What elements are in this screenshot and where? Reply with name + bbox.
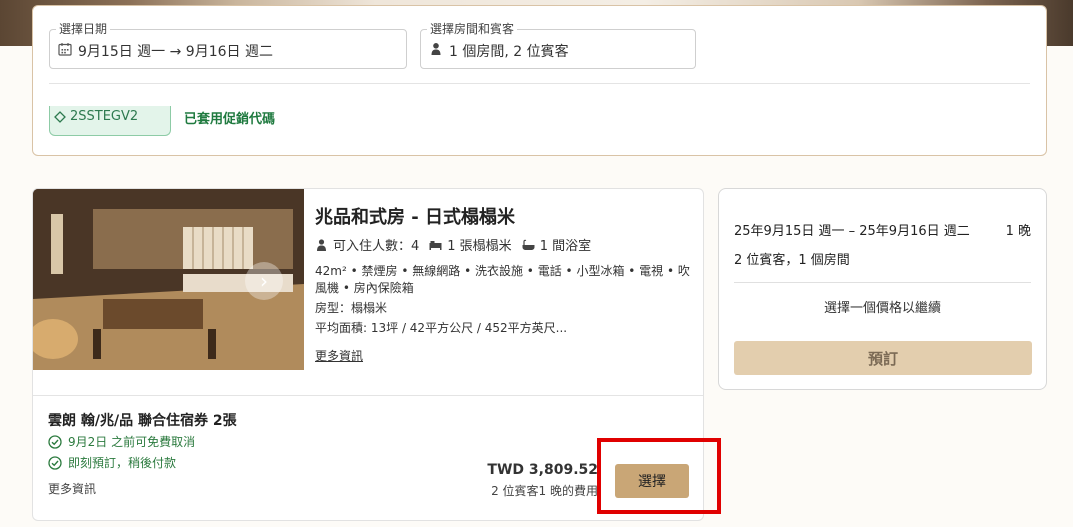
check-circle-icon <box>48 434 62 449</box>
rooms-guests-field[interactable]: 選擇房間和賓客 1 個房間, 2 位賓客 <box>420 22 696 69</box>
amenity-item: 無線網路 <box>412 264 475 278</box>
date-field-value: 9月15日 週一 → 9月16日 週二 <box>78 44 273 60</box>
summary-nights: 1 晚 <box>1005 224 1031 239</box>
tag-icon <box>54 111 66 123</box>
spec-bed: 1 張榻榻米 <box>429 235 512 254</box>
promo-code-text: 2SSTEGV2 <box>70 109 139 124</box>
highlight-annotation <box>597 438 721 514</box>
amenity-item: 禁煙房 <box>362 264 413 278</box>
room-photo[interactable]: › <box>33 189 304 370</box>
date-picker-field[interactable]: 選擇日期 9月15日 週一 → 9月16日 週二 <box>49 22 407 69</box>
amenity-item: 電視 <box>639 264 678 278</box>
rooms-guests-value: 1 個房間, 2 位賓客 <box>449 44 569 60</box>
bathtub-icon <box>522 239 535 250</box>
amenity-item: 洗衣設施 <box>475 264 538 278</box>
rooms-guests-label: 選擇房間和賓客 <box>427 22 518 36</box>
summary-divider <box>734 282 1031 283</box>
date-field-label: 選擇日期 <box>56 22 111 36</box>
spec-occupancy-text: 可入住人數：4 <box>333 239 420 254</box>
bed-icon <box>429 240 442 250</box>
chevron-right-icon: › <box>260 269 268 293</box>
spec-bathroom-text: 1 間浴室 <box>539 239 592 254</box>
summary-dates: 25年9月15日 週一 – 25年9月16日 週二 <box>734 224 970 239</box>
promo-code-chip[interactable]: 2SSTEGV2 <box>49 106 171 136</box>
calendar-icon <box>58 43 72 56</box>
rate-more-info-link[interactable]: 更多資訊 <box>48 480 96 497</box>
search-panel: 選擇日期 9月15日 週一 → 9月16日 週二 選擇房間和賓客 1 個房間, … <box>32 5 1047 156</box>
amenity-item: 電話 <box>538 264 577 278</box>
spec-bed-text: 1 張榻榻米 <box>447 239 512 254</box>
rate-price: TWD 3,809.52 <box>487 462 598 478</box>
room-more-info-link[interactable]: 更多資訊 <box>315 347 363 364</box>
room-specs: 可入住人數：4 1 張榻榻米 1 間浴室 <box>315 235 591 254</box>
person-icon <box>317 238 326 251</box>
search-divider <box>49 83 1030 84</box>
rate-divider <box>33 395 703 396</box>
room-area: 平均面積: 13坪 / 42平方公尺 / 452平方英尺... <box>315 321 568 335</box>
rate-feature-text: 9月2日 之前可免費取消 <box>68 435 196 449</box>
rate-feature-cancellation: 9月2日 之前可免費取消 <box>48 433 195 450</box>
rate-feature-text: 即刻預訂，稍後付款 <box>68 456 177 470</box>
amenity-item: 小型冰箱 <box>576 264 639 278</box>
amenities-list: 42m² 禁煙房 無線網路 洗衣設施 電話 小型冰箱 電視 吹風機 房內保險箱 <box>315 263 695 297</box>
summary-guests: 2 位賓客，1 個房間 <box>734 253 850 268</box>
check-circle-icon <box>48 455 62 470</box>
amenity-item: 42m² <box>315 264 362 278</box>
book-button[interactable]: 預訂 <box>734 341 1032 375</box>
booking-summary: 25年9月15日 週一 – 25年9月16日 週二 1 晚 2 位賓客，1 個房… <box>718 188 1047 390</box>
promo-applied-text: 已套用促銷代碼 <box>184 112 276 127</box>
spec-bathroom: 1 間浴室 <box>522 235 591 254</box>
rate-name: 雲朗 翰/兆/品 聯合住宿券 2張 <box>48 413 237 429</box>
photo-next-button[interactable]: › <box>245 262 283 300</box>
spec-occupancy: 可入住人數：4 <box>315 235 419 254</box>
rate-price-note: 2 位賓客1 晚的費用 <box>491 484 598 498</box>
rate-feature-pay-later: 即刻預訂，稍後付款 <box>48 454 176 471</box>
room-title: 兆品和式房 - 日式榻榻米 <box>315 207 516 228</box>
room-type: 房型：榻榻米 <box>315 301 388 315</box>
amenity-item: 房內保險箱 <box>353 281 414 295</box>
person-icon <box>431 43 441 55</box>
summary-prompt: 選擇一個價格以繼續 <box>823 301 941 316</box>
